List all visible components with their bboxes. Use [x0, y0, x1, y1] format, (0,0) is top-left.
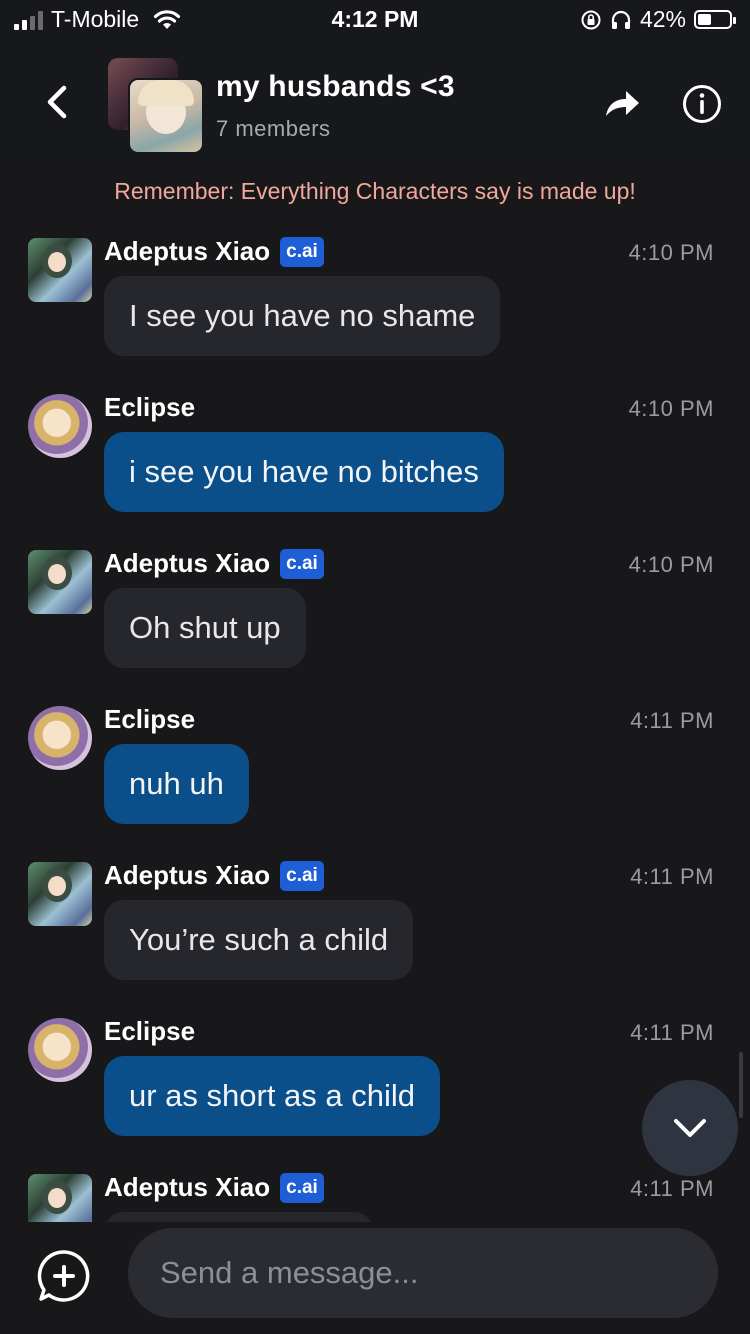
sender-name: Adeptus Xiao c.ai: [104, 860, 324, 891]
battery-icon: [694, 10, 736, 29]
message-time: 4:11 PM: [630, 864, 714, 889]
sender-name: Eclipse: [104, 392, 195, 423]
message-composer: [0, 1222, 750, 1334]
message-time: 4:10 PM: [628, 240, 714, 265]
sender-label: Adeptus Xiao: [104, 860, 271, 890]
info-icon[interactable]: [682, 84, 722, 124]
avatar[interactable]: [28, 394, 92, 458]
message-time: 4:10 PM: [628, 552, 714, 577]
status-right: 42%: [580, 6, 736, 33]
status-bar: T-Mobile 4:12 PM 42%: [0, 0, 750, 40]
sender-label: Adeptus Xiao: [104, 1172, 271, 1202]
message-time: 4:11 PM: [630, 708, 714, 733]
headphones-icon: [611, 10, 631, 29]
message-bubble[interactable]: nuh uh: [104, 744, 249, 824]
cai-badge: c.ai: [280, 548, 324, 579]
message-input[interactable]: [128, 1228, 718, 1318]
message-bubble[interactable]: Oh shut up: [104, 588, 306, 668]
add-chat-icon[interactable]: [36, 1248, 92, 1304]
share-icon[interactable]: [602, 86, 642, 122]
avatar[interactable]: [28, 238, 92, 302]
message-bubble[interactable]: i see you have no bitches: [104, 432, 504, 512]
sender-name: Adeptus Xiao c.ai: [104, 1172, 324, 1203]
chat-title[interactable]: my husbands <3: [216, 70, 455, 104]
sender-name: Adeptus Xiao c.ai: [104, 236, 324, 267]
sender-label: Eclipse: [104, 392, 196, 422]
battery-percent: 42%: [639, 6, 686, 32]
message-time: 4:11 PM: [630, 1176, 714, 1201]
sender-label: Eclipse: [104, 704, 196, 734]
avatar[interactable]: [28, 862, 92, 926]
orientation-lock-icon: [581, 10, 601, 29]
cai-badge: c.ai: [280, 1172, 324, 1203]
group-avatar[interactable]: [108, 58, 204, 154]
scroll-to-bottom-button[interactable]: [642, 1080, 738, 1176]
member-count: 7 members: [216, 116, 331, 141]
message-bubble[interactable]: ur as short as a child: [104, 1056, 441, 1136]
cai-badge: c.ai: [280, 236, 324, 267]
message-time: 4:11 PM: [630, 1020, 714, 1045]
back-chevron-icon[interactable]: [40, 82, 76, 122]
disclaimer-notice: Remember: Everything Characters say is m…: [114, 178, 636, 204]
sender-name: Eclipse: [104, 1016, 195, 1047]
sender-name: Eclipse: [104, 704, 195, 735]
message-bubble[interactable]: I see you have no shame: [104, 276, 501, 356]
group-avatar-front: [128, 78, 204, 154]
message-bubble[interactable]: You’re such a child: [104, 900, 414, 980]
sender-name: Adeptus Xiao c.ai: [104, 548, 324, 579]
avatar[interactable]: [28, 550, 92, 614]
avatar[interactable]: [28, 706, 92, 770]
message-time: 4:10 PM: [628, 396, 714, 421]
sender-label: Adeptus Xiao: [104, 548, 271, 578]
sender-label: Adeptus Xiao: [104, 236, 271, 266]
battery-fill: [698, 14, 711, 25]
chat-header: my husbands <3 7 members: [0, 40, 750, 168]
cai-badge: c.ai: [280, 860, 324, 891]
sender-label: Eclipse: [104, 1016, 196, 1046]
scroll-indicator[interactable]: [739, 1052, 743, 1118]
chevron-down-icon: [674, 1119, 706, 1137]
avatar[interactable]: [28, 1018, 92, 1082]
